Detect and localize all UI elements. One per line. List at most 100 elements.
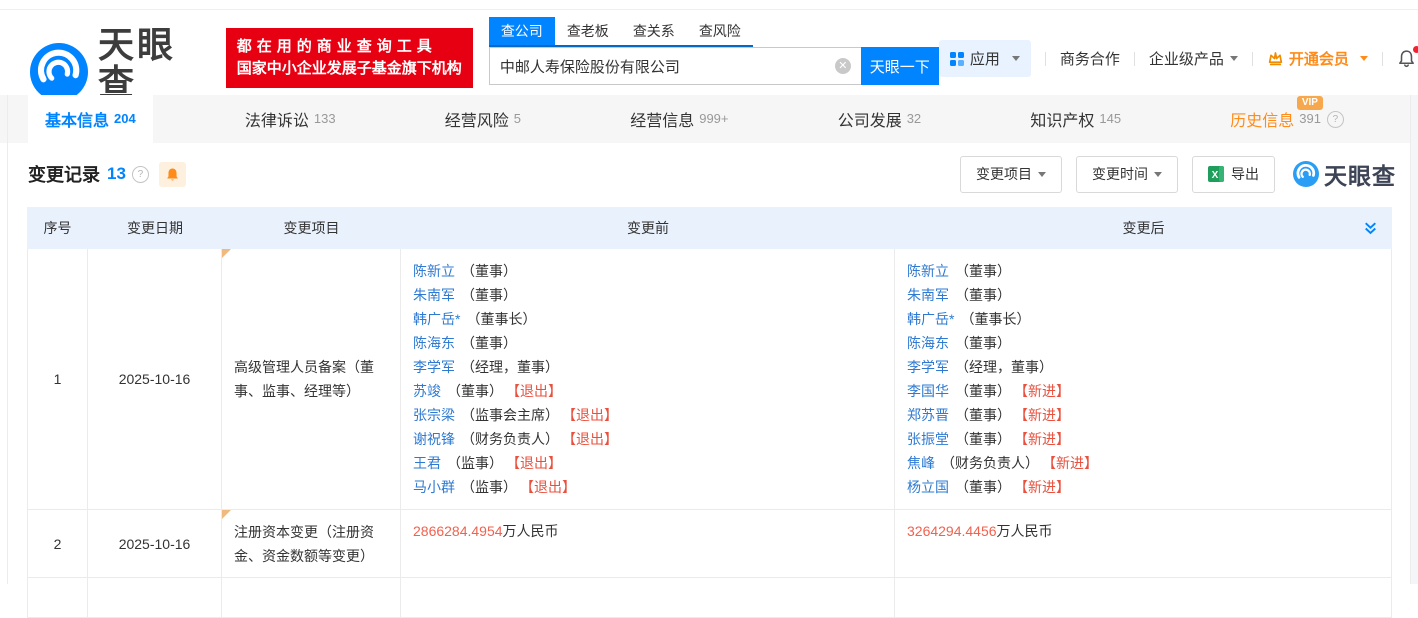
person-link[interactable]: 张振堂 [907, 431, 949, 447]
chevron-down-icon [1230, 56, 1238, 61]
search-tab[interactable]: 查老板 [555, 17, 621, 45]
person-line: 李国华（董事）【新进】 [907, 379, 1379, 403]
nav-cooperation[interactable]: 商务合作 [1060, 48, 1120, 69]
slogan-line2: 国家中小企业发展子基金旗下机构 [237, 58, 462, 80]
person-link[interactable]: 韩广岳* [907, 311, 954, 327]
tab-基本信息[interactable]: 基本信息204 [28, 95, 153, 143]
subscribe-bell-button[interactable] [159, 162, 186, 187]
search-tab[interactable]: 查关系 [621, 17, 687, 45]
person-link[interactable]: 郑苏晋 [907, 407, 949, 423]
person-link[interactable]: 陈新立 [413, 263, 455, 279]
person-role: （财务负责人） [461, 431, 559, 447]
person-role: （财务负责人） [941, 455, 1039, 471]
person-link[interactable]: 王君 [413, 455, 441, 471]
person-line: 李学军 （经理，董事） [907, 355, 1379, 379]
search-button[interactable]: 天眼一下 [861, 47, 939, 85]
person-line: 韩广岳*（董事长） [413, 307, 882, 331]
cell-change-date: 2025-10-16 [88, 249, 222, 509]
export-button[interactable]: X 导出 [1192, 156, 1275, 193]
nav-enterprise[interactable]: 企业级产品 [1149, 48, 1238, 69]
cell-change-date: 2025-10-16 [88, 510, 222, 577]
person-link[interactable]: 苏竣 [413, 383, 441, 399]
search-tab[interactable]: 查公司 [489, 17, 555, 45]
change-tag: 【退出】 [569, 431, 618, 447]
col-header-after: 变更后 [895, 218, 1392, 238]
help-icon[interactable]: ? [132, 166, 149, 183]
apps-grid-icon [950, 52, 964, 66]
corner-marker [222, 249, 231, 258]
person-line: 张振堂（董事）【新进】 [907, 427, 1379, 451]
tab-公司发展[interactable]: 公司发展32 [821, 95, 938, 143]
content-right-border [1410, 95, 1411, 584]
person-link[interactable]: 李学军 [413, 359, 455, 375]
person-link[interactable]: 谢祝锋 [413, 431, 455, 447]
help-icon[interactable]: ? [1327, 111, 1344, 128]
person-line: 陈海东（董事） [413, 331, 882, 355]
filter-change-item-button[interactable]: 变更项目 [960, 156, 1062, 193]
tab-法律诉讼[interactable]: 法律诉讼133 [228, 95, 353, 143]
person-line: 李学军 （经理，董事） [413, 355, 882, 379]
col-header-before: 变更前 [401, 218, 895, 238]
change-item-text: 高级管理人员备案（董事、监事、经理等） [234, 355, 388, 403]
change-tag: 【退出】 [513, 455, 562, 471]
person-link[interactable]: 朱南军 [907, 287, 949, 303]
change-tag: 【退出】 [513, 383, 562, 399]
tab-经营风险[interactable]: 经营风险5 [428, 95, 538, 143]
apps-label: 应用 [970, 48, 1000, 69]
filter-label: 变更时间 [1092, 164, 1148, 184]
person-link[interactable]: 焦峰 [907, 455, 935, 471]
person-link[interactable]: 陈新立 [907, 263, 949, 279]
person-link[interactable]: 李国华 [907, 383, 949, 399]
table-header-row: 序号 变更日期 变更项目 变更前 变更后 [27, 207, 1392, 249]
nav-divider [1252, 52, 1253, 66]
person-link[interactable]: 马小群 [413, 479, 455, 495]
change-tag: 【退出】 [527, 479, 576, 495]
search-input[interactable] [489, 47, 861, 85]
person-link[interactable]: 朱南军 [413, 287, 455, 303]
cell-change-item: 注册资本变更（注册资金、资金数额等变更） [222, 510, 401, 577]
tab-经营信息[interactable]: 经营信息999+ [613, 95, 745, 143]
table-row: 2 2025-10-16 注册资本变更（注册资金、资金数额等变更） 286628… [27, 510, 1392, 578]
nav-divider [1045, 52, 1046, 66]
cell-after: 陈新立（董事）朱南军（董事）韩广岳*（董事长）陈海东（董事）李学军（经理，董事）… [895, 249, 1392, 509]
tab-历史信息[interactable]: 历史信息391VIP? [1213, 95, 1361, 143]
change-tag: 【退出】 [569, 407, 618, 423]
notifications-bell[interactable] [1397, 49, 1416, 68]
search-tabs: 查公司查老板查关系查风险 [489, 17, 753, 47]
collapse-chevron-icon[interactable] [1362, 220, 1379, 237]
person-role: （经理，董事） [955, 359, 1053, 375]
search-area: 查公司查老板查关系查风险 ✕ 天眼一下 [489, 17, 939, 85]
person-role: （经理，董事） [461, 359, 559, 375]
main-tabbar: 基本信息204 法律诉讼133 经营风险5 经营信息999+ 公司发展32 知识产权145… [0, 95, 1411, 143]
apps-dropdown[interactable]: 应用 [939, 40, 1031, 77]
change-record-table: 序号 变更日期 变更项目 变更前 变更后 1 2025-10-16 高级管理人员… [27, 207, 1392, 618]
excel-icon: X [1208, 166, 1224, 182]
open-membership-link[interactable]: 开通会员 [1267, 48, 1368, 69]
change-tag: 【新进】 [1021, 407, 1070, 423]
person-link[interactable]: 韩广岳* [413, 311, 460, 327]
search-tab[interactable]: 查风险 [687, 17, 753, 45]
tab-知识产权[interactable]: 知识产权145 [1013, 95, 1138, 143]
change-tag: 【新进】 [1021, 431, 1070, 447]
person-line: 陈海东（董事） [907, 331, 1379, 355]
slogan-line1: 都在用的商业查询工具 [237, 36, 462, 58]
person-link[interactable]: 陈海东 [907, 335, 949, 351]
clear-input-icon[interactable]: ✕ [835, 58, 851, 74]
cell-no: 2 [27, 510, 88, 577]
person-link[interactable]: 陈海东 [413, 335, 455, 351]
person-link[interactable]: 李学军 [907, 359, 949, 375]
tab-count: 999+ [699, 111, 728, 126]
person-line: 陈新立（董事） [907, 259, 1379, 283]
top-header: 天眼查 TianYanCha.com 都在用的商业查询工具 国家中小企业发展子基… [0, 10, 1411, 95]
tab-label: 经营风险 [445, 107, 509, 131]
person-link[interactable]: 张宗梁 [413, 407, 455, 423]
change-tag: 【新进】 [1021, 479, 1070, 495]
person-role: （董事） [955, 479, 1011, 495]
person-link[interactable]: 杨立国 [907, 479, 949, 495]
filter-change-time-button[interactable]: 变更时间 [1076, 156, 1178, 193]
nav-divider [1382, 52, 1383, 66]
tab-label: 知识产权 [1030, 107, 1094, 131]
right-gutter [1411, 95, 1418, 584]
tab-label: 公司发展 [838, 107, 902, 131]
person-role: （监事） [461, 479, 517, 495]
